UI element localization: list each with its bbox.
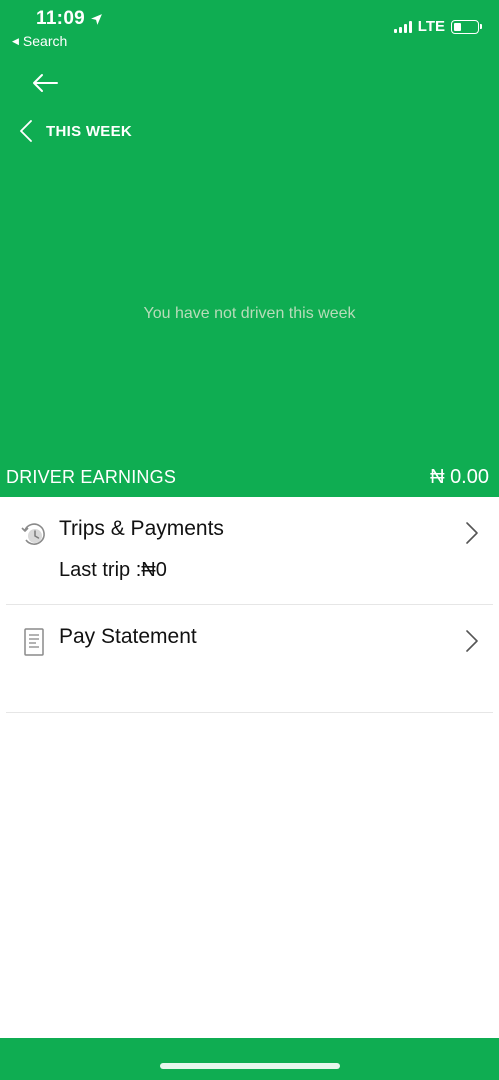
back-to-app[interactable]: ◀ Search	[12, 33, 67, 49]
pay-statement-title: Pay Statement	[59, 625, 197, 648]
earnings-amount: ₦ 0.00	[430, 465, 489, 488]
trips-payments-item[interactable]: Trips & Payments Last trip :₦0	[6, 497, 493, 605]
screen: 11:09 ◀ Search LTE THIS WEEK You have no…	[0, 0, 499, 1080]
network-type: LTE	[417, 18, 445, 35]
week-selector[interactable]: THIS WEEK	[20, 116, 132, 146]
time-text: 11:09	[36, 8, 86, 29]
chevron-left-icon	[20, 120, 32, 142]
battery-fill	[454, 22, 461, 31]
signal-bars-icon	[393, 20, 412, 33]
earnings-menu-list: Trips & Payments Last trip :₦0 Pay State…	[6, 497, 493, 713]
status-time: 11:09	[36, 8, 103, 30]
status-bar: 11:09 ◀ Search LTE	[0, 0, 499, 56]
pay-statement-item[interactable]: Pay Statement	[6, 605, 493, 713]
location-arrow-icon	[91, 13, 102, 25]
empty-state-message: You have not driven this week	[143, 305, 356, 322]
earnings-label: DRIVER EARNINGS	[6, 466, 177, 487]
earnings-summary: DRIVER EARNINGS ₦ 0.00	[0, 462, 499, 492]
arrow-left-icon	[33, 74, 58, 92]
home-indicator[interactable]	[160, 1063, 340, 1069]
battery-icon	[451, 19, 482, 34]
history-clock-icon	[21, 523, 45, 545]
trips-payments-title: Trips & Payments	[59, 517, 224, 540]
earnings-header: 11:09 ◀ Search LTE THIS WEEK You have no…	[0, 0, 499, 497]
last-trip-text: Last trip :₦0	[59, 559, 167, 581]
receipt-icon	[24, 628, 44, 656]
chevron-right-icon	[466, 522, 478, 544]
period-label: THIS WEEK	[46, 122, 133, 140]
chevron-right-icon	[466, 630, 478, 652]
back-triangle-icon: ◀	[12, 35, 19, 46]
bottom-bar	[0, 1038, 499, 1080]
back-arrow-button[interactable]	[28, 68, 62, 98]
back-app-label: Search	[22, 33, 68, 49]
status-indicators: LTE	[393, 18, 482, 35]
